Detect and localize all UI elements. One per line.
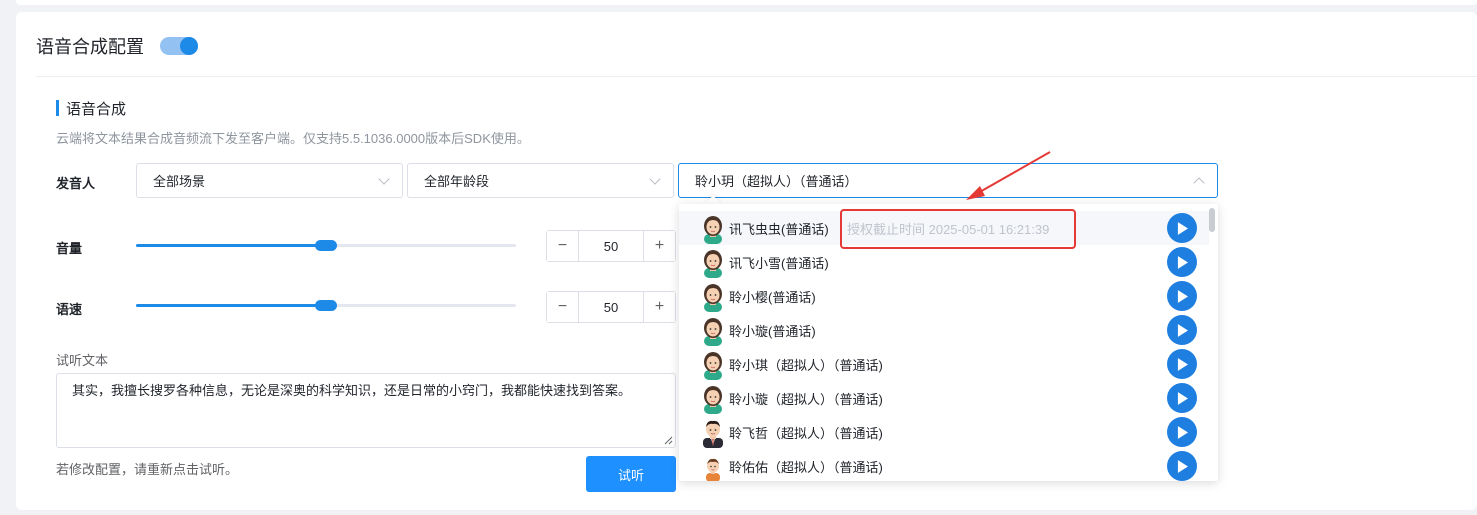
previous-card-edge xyxy=(16,0,1477,5)
card-title: 语音合成配置 xyxy=(36,37,144,57)
scene-select-value: 全部场景 xyxy=(153,174,206,189)
play-icon xyxy=(1177,323,1188,337)
voice-play-button[interactable] xyxy=(1167,451,1197,481)
voice-option[interactable]: 聆小琪（超拟人）（普通话) xyxy=(679,347,1209,381)
speed-slider-handle[interactable] xyxy=(315,300,337,311)
voice-play-button[interactable] xyxy=(1167,383,1197,413)
age-select[interactable]: 全部年龄段 xyxy=(407,163,674,198)
female-avatar-icon xyxy=(701,350,725,380)
voice-play-button[interactable] xyxy=(1167,281,1197,311)
age-select-value: 全部年龄段 xyxy=(424,174,490,189)
section-description: 云端将文本结果合成音频流下发至客户端。仅支持5.5.1036.0000版本后SD… xyxy=(56,131,530,146)
voice-option[interactable]: 聆小璇(普通话) xyxy=(679,313,1209,347)
tts-enable-toggle[interactable] xyxy=(160,37,198,55)
preview-hint: 若修改配置，请重新点击试听。 xyxy=(56,462,239,477)
section-title: 语音合成 xyxy=(56,99,127,118)
annotation-highlight-box xyxy=(840,209,1076,249)
female-avatar-icon xyxy=(701,214,725,244)
dropdown-scrollbar[interactable] xyxy=(1209,208,1215,232)
scene-select[interactable]: 全部场景 xyxy=(136,163,403,198)
voice-option[interactable]: 聆小璇（超拟人）（普通话) xyxy=(679,381,1209,415)
volume-slider-handle[interactable] xyxy=(315,240,337,251)
speed-decrease-button[interactable]: − xyxy=(547,292,579,322)
voice-play-button[interactable] xyxy=(1167,417,1197,447)
voice-option-name: 聆小樱(普通话) xyxy=(729,289,816,305)
speed-slider-fill xyxy=(136,304,326,307)
chevron-up-icon xyxy=(1193,177,1205,189)
voice-play-button[interactable] xyxy=(1167,247,1197,277)
speed-stepper: − 50 + xyxy=(546,291,676,323)
male-suit-avatar-icon xyxy=(701,418,725,448)
play-icon xyxy=(1177,289,1188,303)
section-title-text: 语音合成 xyxy=(66,100,127,118)
volume-stepper: − 50 + xyxy=(546,230,676,262)
voice-select[interactable]: 聆小玥（超拟人）（普通话） xyxy=(678,163,1218,198)
voice-select-value: 聆小玥（超拟人）（普通话） xyxy=(695,174,858,189)
female-avatar-icon xyxy=(701,248,725,278)
voice-play-button[interactable] xyxy=(1167,315,1197,345)
preview-text-label: 试听文本 xyxy=(56,353,109,368)
speaker-label: 发音人 xyxy=(56,176,96,191)
female-avatar-icon xyxy=(701,384,725,414)
voice-option-name: 聆小璇(普通话) xyxy=(729,323,816,339)
play-icon xyxy=(1177,357,1188,371)
female-avatar-icon xyxy=(701,316,725,346)
listen-button[interactable]: 试听 xyxy=(586,456,676,492)
header-divider xyxy=(36,76,1477,77)
volume-increase-button[interactable]: + xyxy=(643,231,675,261)
child-avatar-icon xyxy=(701,452,725,481)
play-icon xyxy=(1177,459,1188,473)
female-avatar-icon xyxy=(701,282,725,312)
play-icon xyxy=(1177,221,1188,235)
play-icon xyxy=(1177,255,1188,269)
voice-play-button[interactable] xyxy=(1167,213,1197,243)
preview-textarea[interactable] xyxy=(56,373,676,448)
play-icon xyxy=(1177,391,1188,405)
speed-label: 语速 xyxy=(56,302,83,317)
voice-option-name: 讯飞小雪(普通话) xyxy=(729,255,829,271)
volume-slider[interactable] xyxy=(136,240,516,251)
volume-slider-fill xyxy=(136,244,326,247)
play-icon xyxy=(1177,425,1188,439)
chevron-down-icon xyxy=(649,173,661,185)
card-header: 语音合成配置 xyxy=(36,34,198,58)
voice-option[interactable]: 讯飞小雪(普通话) xyxy=(679,245,1209,279)
voice-option-name: 聆小璇（超拟人）（普通话) xyxy=(729,391,883,407)
voice-option[interactable]: 聆飞哲（超拟人）（普通话) xyxy=(679,415,1209,449)
voice-option-name: 聆飞哲（超拟人）（普通话) xyxy=(729,425,883,441)
section-accent-bar xyxy=(56,100,59,116)
voice-option-name: 聆小琪（超拟人）（普通话) xyxy=(729,357,883,373)
voice-option-name: 聆佑佑（超拟人）（普通话) xyxy=(729,459,883,475)
voice-play-button[interactable] xyxy=(1167,349,1197,379)
volume-decrease-button[interactable]: − xyxy=(547,231,579,261)
volume-label: 音量 xyxy=(56,241,83,256)
speed-slider[interactable] xyxy=(136,300,516,311)
chevron-down-icon xyxy=(378,173,390,185)
resize-handle-icon[interactable] xyxy=(664,436,673,445)
volume-value[interactable]: 50 xyxy=(579,231,643,261)
voice-option[interactable]: 聆佑佑（超拟人）（普通话) xyxy=(679,449,1209,481)
voice-option-name: 讯飞虫虫(普通话) xyxy=(729,221,829,237)
speed-value[interactable]: 50 xyxy=(579,292,643,322)
toggle-knob xyxy=(180,37,198,55)
speed-increase-button[interactable]: + xyxy=(643,292,675,322)
voice-option[interactable]: 聆小樱(普通话) xyxy=(679,279,1209,313)
